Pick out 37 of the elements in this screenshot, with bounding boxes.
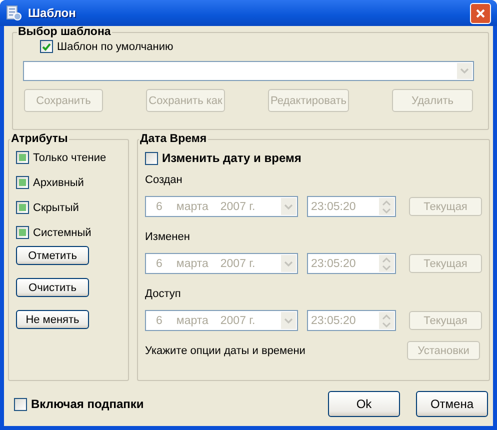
checkbox[interactable] — [40, 40, 53, 53]
field-label: Доступ — [145, 288, 182, 300]
attribute-button[interactable]: Очистить — [16, 278, 89, 297]
checkbox-label: Архивный — [33, 176, 84, 188]
group-title: Атрибуты — [10, 133, 69, 145]
checkbox[interactable] — [16, 201, 29, 214]
window-title: Шаблон — [28, 6, 77, 20]
template-combo[interactable] — [23, 61, 474, 81]
close-icon — [475, 8, 486, 18]
checkbox-label: Скрытый — [33, 202, 79, 214]
checkbox-label: Включая подпапки — [31, 397, 144, 411]
close-button[interactable] — [470, 2, 491, 24]
checkbox[interactable] — [16, 226, 29, 239]
checkbox-label: Только чтение — [33, 152, 106, 164]
group-title: Дата Время — [139, 133, 208, 145]
checkbox[interactable] — [14, 398, 27, 410]
spinner-arrows-icon — [382, 200, 391, 214]
group-title: Выбор шаблона — [17, 26, 112, 38]
chevron-down-icon — [460, 68, 469, 74]
spinner-arrows-icon — [382, 256, 391, 270]
checkbox[interactable] — [16, 176, 29, 189]
attribute-button[interactable]: Отметить — [16, 246, 89, 265]
field-label: Изменен — [145, 231, 191, 243]
spinner-arrows-icon — [382, 314, 391, 328]
checkbox[interactable] — [16, 151, 29, 164]
checkbox-label: Изменить дату и время — [162, 151, 302, 165]
checkbox-label: Шаблон по умолчанию — [57, 40, 174, 52]
chevron-down-icon — [284, 204, 293, 210]
field-label: Создан — [145, 174, 184, 186]
hint-text: Укажите опции даты и времени — [145, 344, 306, 356]
chevron-down-icon — [284, 260, 293, 266]
dialog-button[interactable]: Отмена — [416, 391, 488, 417]
dialog-button[interactable]: Ok — [328, 391, 400, 417]
attribute-button[interactable]: Не менять — [16, 310, 89, 329]
chevron-down-icon — [284, 318, 293, 324]
checkbox[interactable] — [145, 152, 158, 164]
checkbox-label: Системный — [33, 226, 92, 238]
